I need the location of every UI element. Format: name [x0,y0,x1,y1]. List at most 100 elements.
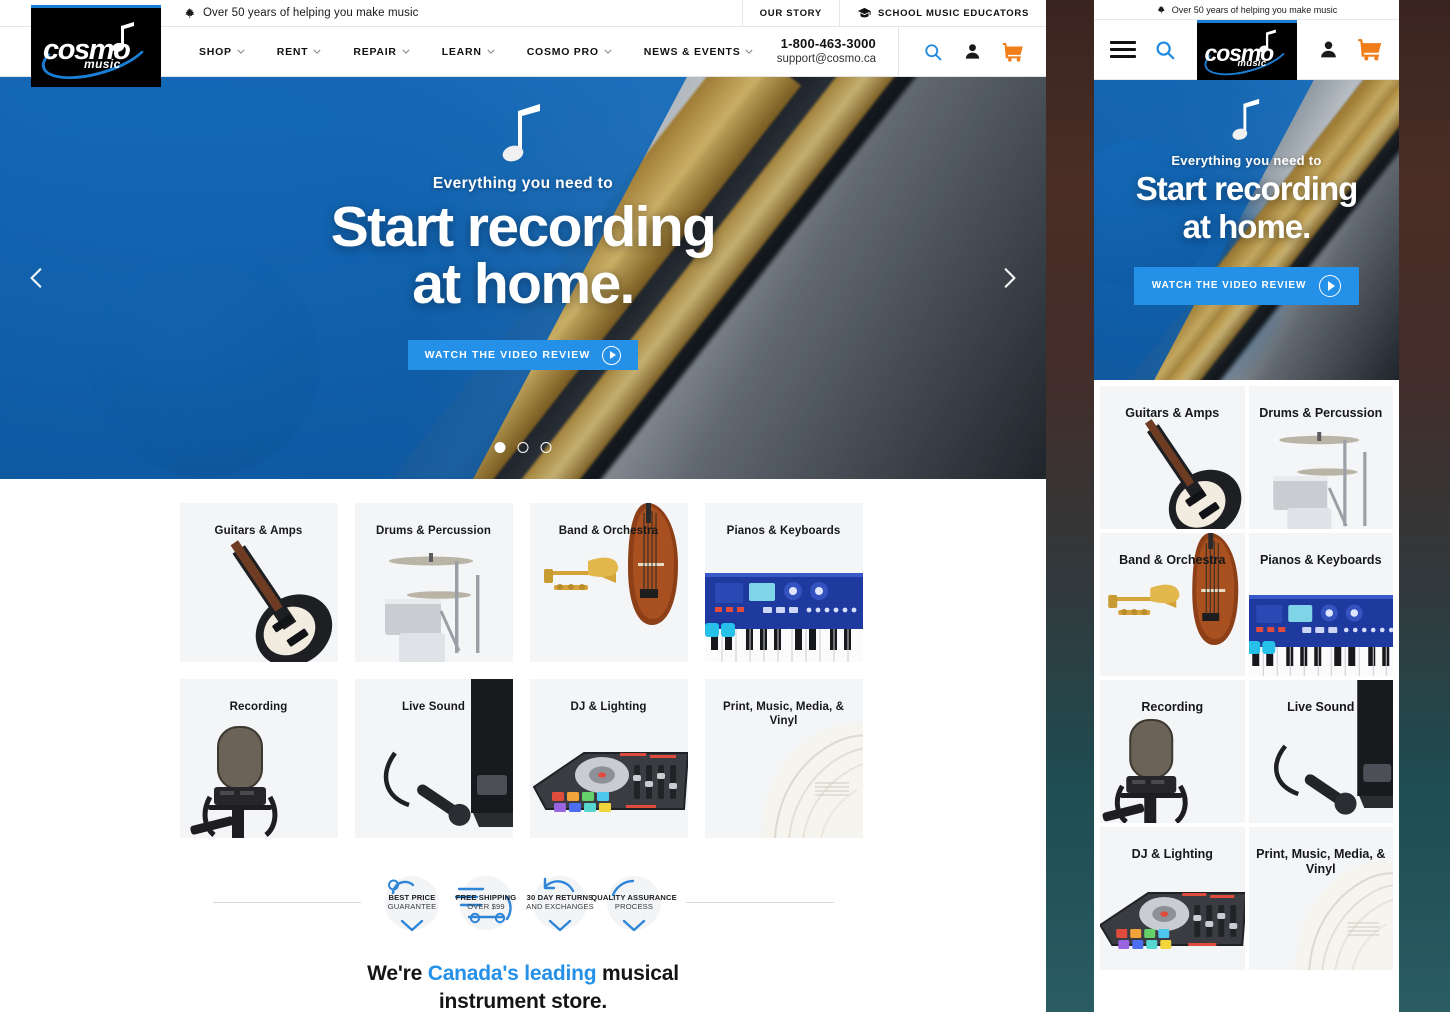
cart-icon[interactable] [1357,38,1383,61]
mobile-hero-title-line-1: Start recording [1135,170,1359,207]
category-tile-print-music-media-and-vinyl[interactable]: Print, Music, Media, & Vinyl [704,679,863,838]
mobile-category-tile-drums-and-percussion[interactable]: Drums & Percussion [1248,386,1393,529]
carousel-dot-1[interactable] [494,442,506,453]
chevron-down-icon [487,49,495,54]
divider-right [685,902,834,903]
category-tile-guitars-and-amps[interactable]: Guitars & Amps [179,503,338,662]
category-label: DJ & Lighting [1131,847,1213,861]
category-label: Band & Orchestra [558,525,659,537]
utility-link-school-music-educators[interactable]: SCHOOL MUSIC EDUCATORS [838,0,1046,27]
mobile-hero-kicker: Everything you need to [1171,153,1322,168]
category-tile-recording[interactable]: Recording [179,679,338,838]
nav-item-repair[interactable]: REPAIR [337,46,425,58]
utility-link-label: SCHOOL MUSIC EDUCATORS [877,7,1029,19]
category-tile-band-and-orchestra[interactable]: Band & Orchestra [529,503,688,662]
mobile-category-tile-band-and-orchestra[interactable]: Band & Orchestra [1100,533,1245,676]
utility-tagline-text: Over 50 years of helping you make music [203,7,419,19]
hero-kicker: Everything you need to [432,175,614,192]
closing-line-2: instrument store. [438,989,608,1012]
carousel-dot-3[interactable] [540,442,552,453]
mobile-category-tile-guitars-and-amps[interactable]: Guitars & Amps [1100,386,1245,529]
contact-phone[interactable]: 1-800-463-3000 [777,36,876,53]
nav-item-learn[interactable]: LEARN [426,46,511,58]
closing-highlight: Canada's leading [427,962,597,985]
chevron-down-icon [313,49,321,54]
mobile-category-tile-pianos-and-keyboards[interactable]: Pianos & Keyboards [1248,533,1393,676]
account-icon[interactable] [1318,39,1339,60]
badge-line-2: AND EXCHANGES [526,901,594,911]
hero-music-note-icon [1231,98,1259,140]
nav-item-shop[interactable]: SHOP [183,46,261,58]
category-tile-live-sound[interactable]: Live Sound [354,679,513,838]
desktop-viewport: Over 50 years of helping you make music … [0,0,1046,1012]
nav-item-news-and-events[interactable]: NEWS & EVENTS [628,46,770,58]
nav-item-label: REPAIR [353,45,397,58]
mobile-cosmo-music-logo[interactable]: cosmo music [1196,20,1297,83]
contact-email[interactable]: support@cosmo.ca [777,52,876,67]
chevron-down-icon [402,49,410,54]
logo-subword: music [1237,57,1267,69]
hero-music-note-icon [502,104,540,162]
mobile-utility-tagline-text: Over 50 years of helping you make music [1171,4,1338,15]
category-label: Band & Orchestra [1119,553,1226,567]
search-icon[interactable] [1154,39,1176,61]
nav-item-cosmo-pro[interactable]: COSMO PRO [511,46,628,58]
trust-badge-30-day-returns[interactable]: 30 DAY RETURNS AND EXCHANGES [526,871,594,934]
category-tile-pianos-and-keyboards[interactable]: Pianos & Keyboards [704,503,863,662]
category-label: Drums & Percussion [376,525,491,537]
mobile-viewport: Over 50 years of helping you make music … [1094,0,1399,1012]
closing-line-1: We're Canada's leading musical [0,960,1046,988]
utility-links: OUR STORY SCHOOL MUSIC EDUCATORS [741,0,1046,27]
category-label: Print, Music, Media, & Vinyl [722,701,845,728]
trust-badge-free-shipping[interactable]: FREE SHIPPING OVER $99 [454,871,518,934]
category-label: Live Sound [1287,700,1355,714]
account-icon[interactable] [963,42,982,61]
nav-item-label: RENT [276,45,309,58]
play-icon [1319,274,1342,297]
category-tile-drums-and-percussion[interactable]: Drums & Percussion [354,503,513,662]
mobile-category-tile-live-sound[interactable]: Live Sound [1248,680,1393,823]
maple-leaf-icon [1157,5,1165,14]
category-label: Drums & Percussion [1259,406,1383,420]
nav-item-list: SHOP RENT REPAIR LEARN COSMO PRO NEWS & … [183,46,769,58]
cosmo-music-logo[interactable]: cosmo music [31,5,161,90]
category-tile-dj-and-lighting[interactable]: DJ & Lighting [529,679,688,838]
carousel-prev-arrow[interactable] [24,265,50,291]
carousel-dot-2[interactable] [517,442,529,453]
category-label: Recording [229,701,288,713]
chevron-down-icon [745,49,754,54]
mobile-utility-bar: Over 50 years of helping you make music [1094,0,1399,20]
category-label: Pianos & Keyboards [1259,553,1382,567]
badge-line-2: PROCESS [614,901,654,911]
category-label: Recording [1141,700,1204,714]
category-grid: Guitars & Amps Drums & Percussion Band &… [179,503,867,838]
nav-item-label: SHOP [199,45,232,58]
nav-item-label: NEWS & EVENTS [643,45,741,58]
mobile-category-tile-recording[interactable]: Recording [1100,680,1245,823]
watch-video-review-label: WATCH THE VIDEO REVIEW [424,349,591,361]
search-icon[interactable] [923,42,943,62]
trust-badge-quality-assurance[interactable]: QUALITY ASSURANCE PROCESS [591,871,677,934]
closing-part-2: musical [596,962,679,985]
nav-item-label: LEARN [441,45,482,58]
mobile-watch-video-review-label: WATCH THE VIDEO REVIEW [1151,280,1307,292]
nav-item-rent[interactable]: RENT [261,46,338,58]
watch-video-review-button[interactable]: WATCH THE VIDEO REVIEW [407,340,639,370]
mobile-category-tile-dj-and-lighting[interactable]: DJ & Lighting [1100,827,1245,970]
mobile-watch-video-review-button[interactable]: WATCH THE VIDEO REVIEW [1133,266,1360,305]
chevron-down-icon [237,49,245,54]
trust-badges: BEST PRICE GUARANTEE FREE SHIPPING OVER … [361,871,686,934]
category-label: Print, Music, Media, & Vinyl [1256,847,1386,876]
hamburger-menu-icon[interactable] [1110,37,1136,62]
cart-icon[interactable] [1002,42,1024,62]
trust-badge-best-price-guarantee[interactable]: BEST PRICE GUARANTEE [381,871,444,934]
utility-link-label: OUR STORY [759,7,822,19]
carousel-next-arrow[interactable] [996,265,1022,291]
maple-leaf-icon [185,7,195,18]
utility-link-our-story[interactable]: OUR STORY [741,0,839,27]
graduation-cap-icon [857,7,871,17]
mobile-category-tile-print-music-media-and-vinyl[interactable]: Print, Music, Media, & Vinyl [1248,827,1393,970]
badge-line-2: OVER $99 [467,901,505,911]
divider-left [212,902,361,903]
mobile-navigation: cosmo music [1094,20,1399,83]
